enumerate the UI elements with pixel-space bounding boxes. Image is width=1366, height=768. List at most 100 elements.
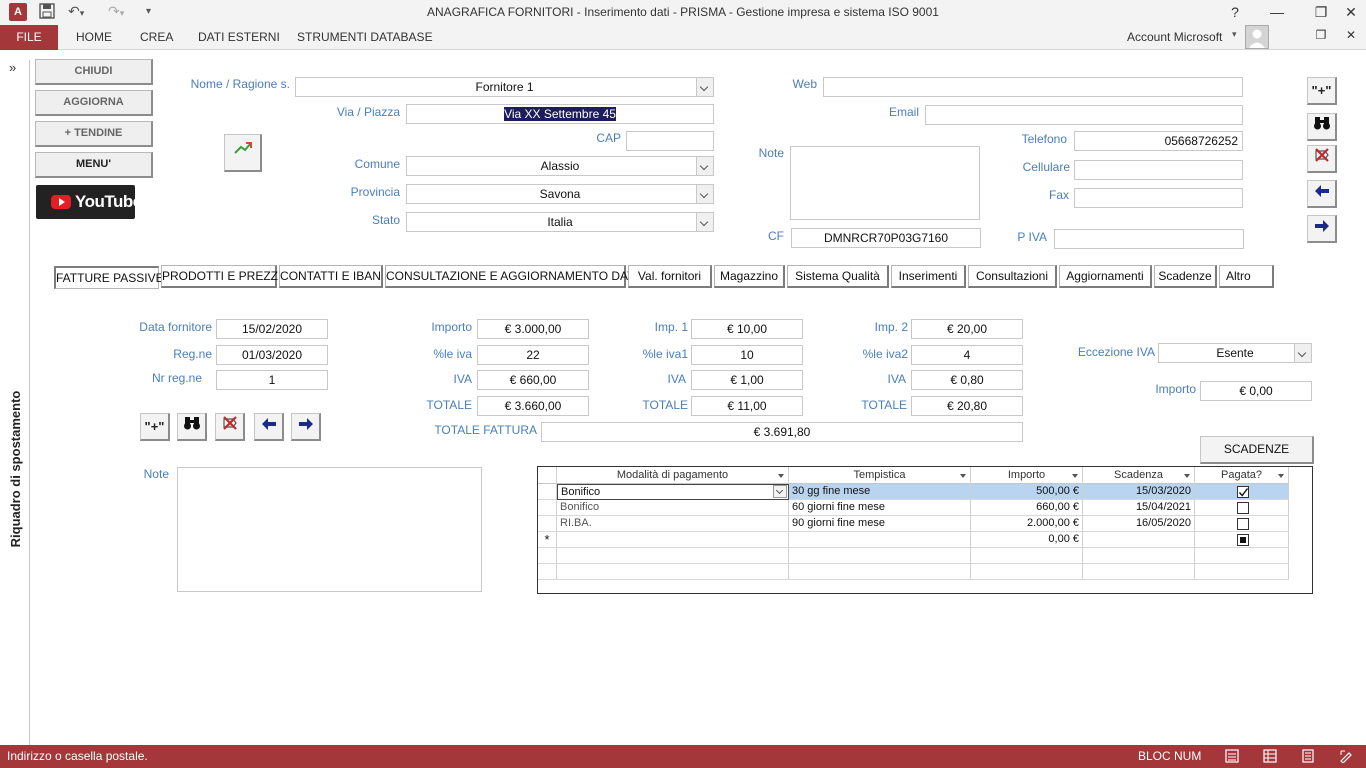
tab-file[interactable]: FILE [0,25,58,50]
invoice-note-field[interactable] [177,467,482,592]
column-header-importo[interactable]: Importo [971,467,1083,484]
youtube-button[interactable]: YouTube [36,185,142,219]
stato-combo[interactable]: Italia [406,212,714,232]
nr-regne-field[interactable]: 1 [216,370,328,390]
column-header-scadenza[interactable]: Scadenza [1083,467,1195,484]
restore-button[interactable]: ❐ [1306,2,1336,22]
cell-tempistica[interactable]: 30 gg fine mese [789,484,971,500]
navigation-pane[interactable]: » Riquadro di spostamento [0,60,30,745]
totale-field[interactable]: € 3.660,00 [477,396,589,416]
chiudi-button[interactable]: CHIUDI [35,59,153,85]
cell-scadenza[interactable]: 15/04/2021 [1083,500,1195,516]
chevron-down-icon[interactable] [696,78,713,96]
via-field[interactable]: Via XX Settembre 45 [406,104,714,124]
tab-sistema-qualita[interactable]: Sistema Qualità [787,265,889,288]
next-record-button[interactable] [1307,215,1337,243]
layout-view-icon[interactable] [1301,749,1315,766]
delete-record-button[interactable] [1307,145,1337,173]
totale1-field[interactable]: € 11,00 [691,396,803,416]
cell-scadenza[interactable]: 16/05/2020 [1083,516,1195,532]
cell-tempistica[interactable]: 90 giorni fine mese [789,516,971,532]
invoice-delete-button[interactable] [215,413,245,441]
add-record-button[interactable]: "+" [1307,77,1337,105]
chevron-down-icon[interactable] [696,213,713,231]
account-dropdown-icon[interactable]: ▾ [1232,29,1237,40]
importo-field[interactable]: € 3.000,00 [477,319,589,339]
help-button[interactable]: ? [1220,2,1250,22]
table-row[interactable]: Bonifico 30 gg fine mese 500,00 € 15/03/… [538,484,1312,500]
telefono-field[interactable]: 05668726252 [1074,131,1243,151]
cell-importo[interactable]: 660,00 € [971,500,1083,516]
cell-modalita[interactable]: RI.BA. [557,516,789,532]
cell-modalita[interactable]: Bonifico [557,484,789,500]
data-fornitore-field[interactable]: 15/02/2020 [216,319,328,339]
scadenze-button[interactable]: SCADENZE [1200,436,1314,464]
sort-arrow-icon[interactable] [960,474,966,478]
table-row[interactable]: Bonifico 60 giorni fine mese 660,00 € 15… [538,500,1312,516]
tab-dati-esterni[interactable]: DATI ESTERNI [198,30,280,44]
tab-contatti-iban[interactable]: CONTATTI E IBAN [279,265,383,288]
cell-importo[interactable]: 0,00 € [971,532,1083,548]
table-row[interactable]: RI.BA. 90 giorni fine mese 2.000,00 € 16… [538,516,1312,532]
tab-magazzino[interactable]: Magazzino [714,265,785,288]
new-record-row[interactable]: * 0,00 € [538,532,1312,548]
regne-field[interactable]: 01/03/2020 [216,345,328,365]
sort-arrow-icon[interactable] [1184,474,1190,478]
imp1-field[interactable]: € 10,00 [691,319,803,339]
tab-prodotti-prezzi[interactable]: PRODOTTI E PREZZI [161,265,281,288]
nome-combo[interactable]: Fornitore 1 [295,77,714,97]
chevron-down-icon[interactable] [696,185,713,203]
web-field[interactable] [823,77,1243,97]
tab-crea[interactable]: CREA [140,30,173,44]
pagata-checkbox[interactable] [1237,486,1249,498]
cell-pagata[interactable] [1195,532,1289,548]
iva1-field[interactable]: € 1,00 [691,370,803,390]
minimize-button[interactable]: — [1262,2,1292,22]
totale-fattura-field[interactable]: € 3.691,80 [541,422,1023,442]
avatar[interactable] [1245,25,1269,49]
column-header-tempistica[interactable]: Tempistica [789,467,971,484]
cell-modalita[interactable] [557,532,789,548]
column-header-modalita[interactable]: Modalità di pagamento [557,467,789,484]
row-selector[interactable] [538,484,557,500]
sort-arrow-icon[interactable] [778,474,784,478]
cap-field[interactable] [626,131,714,151]
iva2-field[interactable]: € 0,80 [911,370,1023,390]
scadenze-datasheet[interactable]: Modalità di pagamento Tempistica Importo… [537,466,1313,594]
perc-iva1-field[interactable]: 10 [691,345,803,365]
aggiorna-button[interactable]: AGGIORNA [35,90,153,116]
importo-ecc-field[interactable]: € 0,00 [1200,381,1312,401]
row-selector[interactable] [538,500,557,516]
menu-button[interactable]: MENU' [35,152,153,178]
totale2-field[interactable]: € 20,80 [911,396,1023,416]
ribbon-close-icon[interactable]: ✕ [1336,25,1366,45]
cell-importo[interactable]: 500,00 € [971,484,1083,500]
navpane-toggle[interactable]: » [9,60,16,75]
chart-trend-button[interactable] [224,134,262,172]
tendine-button[interactable]: + TENDINE [35,121,153,147]
previous-record-button[interactable] [1307,180,1337,208]
tab-scadenze[interactable]: Scadenze [1154,265,1217,288]
sort-arrow-icon[interactable] [1072,474,1078,478]
tab-inserimenti[interactable]: Inserimenti [891,265,966,288]
account-label[interactable]: Account Microsoft [1127,30,1222,44]
invoice-search-button[interactable] [177,413,207,441]
cell-tempistica[interactable]: 60 giorni fine mese [789,500,971,516]
pagata-checkbox-null[interactable] [1237,534,1249,546]
cell-pagata[interactable] [1195,484,1289,500]
iva-field[interactable]: € 660,00 [477,370,589,390]
comune-combo[interactable]: Alassio [406,156,714,176]
eccezione-iva-combo[interactable]: Esente [1158,343,1312,363]
cell-scadenza[interactable]: 15/03/2020 [1083,484,1195,500]
form-view-icon[interactable] [1225,749,1239,766]
imp2-field[interactable]: € 20,00 [911,319,1023,339]
chevron-down-icon[interactable] [1294,344,1311,362]
search-record-button[interactable] [1307,113,1337,141]
tab-home[interactable]: HOME [76,30,112,44]
row-selector[interactable] [538,516,557,532]
cell-pagata[interactable] [1195,500,1289,516]
fax-field[interactable] [1074,188,1243,208]
tab-strumenti-database[interactable]: STRUMENTI DATABASE [297,30,433,44]
new-row-marker[interactable]: * [538,532,557,548]
invoice-next-button[interactable] [291,413,321,441]
